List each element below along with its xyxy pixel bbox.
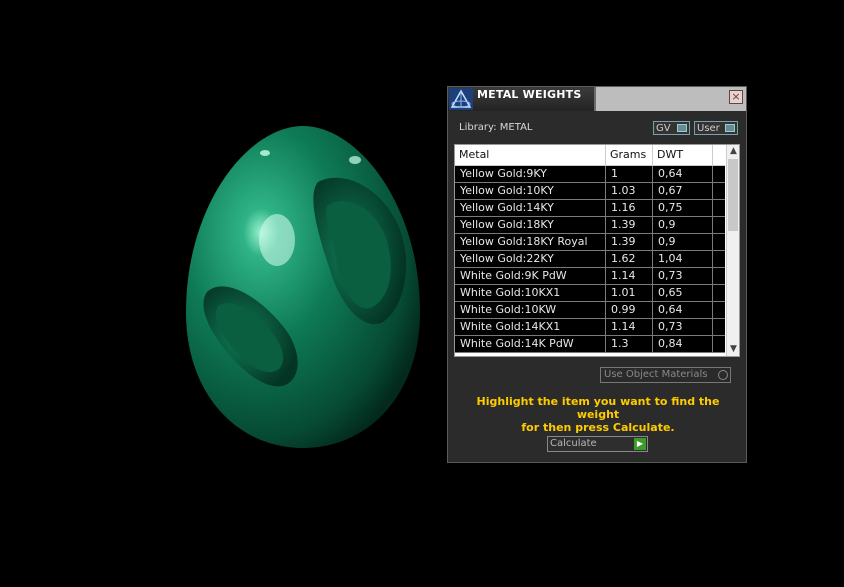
cell-metal: White Gold:9K PdW: [455, 268, 606, 284]
column-header-metal[interactable]: Metal: [455, 145, 606, 165]
use-object-materials-label: Use Object Materials: [604, 369, 708, 380]
cell-metal: Yellow Gold:18KY: [455, 217, 606, 233]
gv-toggle[interactable]: GV: [653, 121, 690, 135]
title-tab: METAL WEIGHTS: [448, 87, 596, 111]
title-bar[interactable]: METAL WEIGHTS ×: [448, 87, 746, 111]
cell-metal: Yellow Gold:18KY Royal: [455, 234, 606, 250]
cell-grams: 1.14: [606, 319, 653, 335]
cell-grams: 1.14: [606, 268, 653, 284]
cell-grams: 1.16: [606, 200, 653, 216]
column-header-dwt[interactable]: DWT: [653, 145, 713, 165]
table-row[interactable]: Yellow Gold:18KY Royal 1.39 0,9: [455, 234, 725, 251]
table-row[interactable]: White Gold:10KX1 1.01 0,65: [455, 285, 725, 302]
cell-grams: 1.39: [606, 234, 653, 250]
cell-grams: 1.01: [606, 285, 653, 301]
app-logo-icon: [449, 88, 473, 110]
cell-dwt: 0,84: [653, 336, 713, 352]
use-object-materials-toggle[interactable]: Use Object Materials: [600, 367, 731, 383]
cell-grams: 1.39: [606, 217, 653, 233]
cell-metal: White Gold:14KX1: [455, 319, 606, 335]
table-row[interactable]: White Gold:10KW 0.99 0,64: [455, 302, 725, 319]
cell-dwt: 0,64: [653, 166, 713, 182]
table-row[interactable]: Yellow Gold:9KY 1 0,64: [455, 166, 725, 183]
cell-metal: Yellow Gold:22KY: [455, 251, 606, 267]
cell-grams: 0.99: [606, 302, 653, 318]
table-row[interactable]: Yellow Gold:22KY 1.62 1,04: [455, 251, 725, 268]
metal-weights-panel: METAL WEIGHTS × Library: METAL GV User M…: [447, 86, 747, 463]
cell-metal: Yellow Gold:10KY: [455, 183, 606, 199]
cell-dwt: 0,9: [653, 217, 713, 233]
green-egg-model[interactable]: [186, 126, 420, 448]
calculate-button[interactable]: Calculate ▶: [547, 436, 648, 452]
close-icon[interactable]: ×: [729, 90, 743, 104]
gv-toggle-label: GV: [656, 123, 671, 134]
scroll-up-icon[interactable]: ▲: [727, 145, 739, 158]
cell-dwt: 0,73: [653, 319, 713, 335]
cell-grams: 1: [606, 166, 653, 182]
panel-title: METAL WEIGHTS: [477, 88, 582, 101]
cell-dwt: 1,04: [653, 251, 713, 267]
cell-metal: White Gold:10KW: [455, 302, 606, 318]
user-toggle[interactable]: User: [694, 121, 738, 135]
toggle-indicator-icon: [725, 124, 735, 132]
table-row[interactable]: Yellow Gold:14KY 1.16 0,75: [455, 200, 725, 217]
table-row[interactable]: White Gold:9K PdW 1.14 0,73: [455, 268, 725, 285]
scroll-thumb[interactable]: [728, 159, 738, 231]
table-body: Yellow Gold:9KY 1 0,64 Yellow Gold:10KY 1.03…: [455, 166, 725, 353]
cell-dwt: 0,75: [653, 200, 713, 216]
cell-grams: 1.62: [606, 251, 653, 267]
metal-table[interactable]: Metal Grams DWT Yellow Gold:9KY 1 0,64 Yell…: [454, 144, 740, 357]
cell-dwt: 0,67: [653, 183, 713, 199]
instruction-line-2: for then press Calculate.: [521, 421, 675, 434]
cell-metal: White Gold:10KX1: [455, 285, 606, 301]
cell-dwt: 0,9: [653, 234, 713, 250]
calculate-label: Calculate: [550, 438, 597, 449]
scroll-down-icon[interactable]: ▼: [727, 343, 739, 356]
toggle-indicator-icon: [677, 124, 687, 132]
user-toggle-label: User: [697, 123, 720, 134]
table-row[interactable]: Yellow Gold:18KY 1.39 0,9: [455, 217, 725, 234]
radio-indicator-icon: [718, 370, 728, 380]
cell-dwt: 0,65: [653, 285, 713, 301]
cell-metal: Yellow Gold:14KY: [455, 200, 606, 216]
column-header-grams[interactable]: Grams: [606, 145, 653, 165]
cell-metal: White Gold:14K PdW: [455, 336, 606, 352]
play-arrow-icon: ▶: [634, 438, 646, 450]
cell-dwt: 0,64: [653, 302, 713, 318]
table-row[interactable]: Yellow Gold:10KY 1.03 0,67: [455, 183, 725, 200]
cell-grams: 1.03: [606, 183, 653, 199]
cell-metal: Yellow Gold:9KY: [455, 166, 606, 182]
table-scrollbar[interactable]: ▲ ▼: [726, 145, 739, 356]
table-row[interactable]: White Gold:14KX1 1.14 0,73: [455, 319, 725, 336]
library-label: Library: METAL: [459, 122, 533, 133]
table-header: Metal Grams DWT: [455, 145, 725, 166]
instruction-text: Highlight the item you want to find the …: [456, 395, 740, 434]
cell-dwt: 0,73: [653, 268, 713, 284]
instruction-line-1: Highlight the item you want to find the …: [476, 395, 720, 421]
cell-grams: 1.3: [606, 336, 653, 352]
table-row[interactable]: White Gold:14K PdW 1.3 0,84: [455, 336, 725, 353]
